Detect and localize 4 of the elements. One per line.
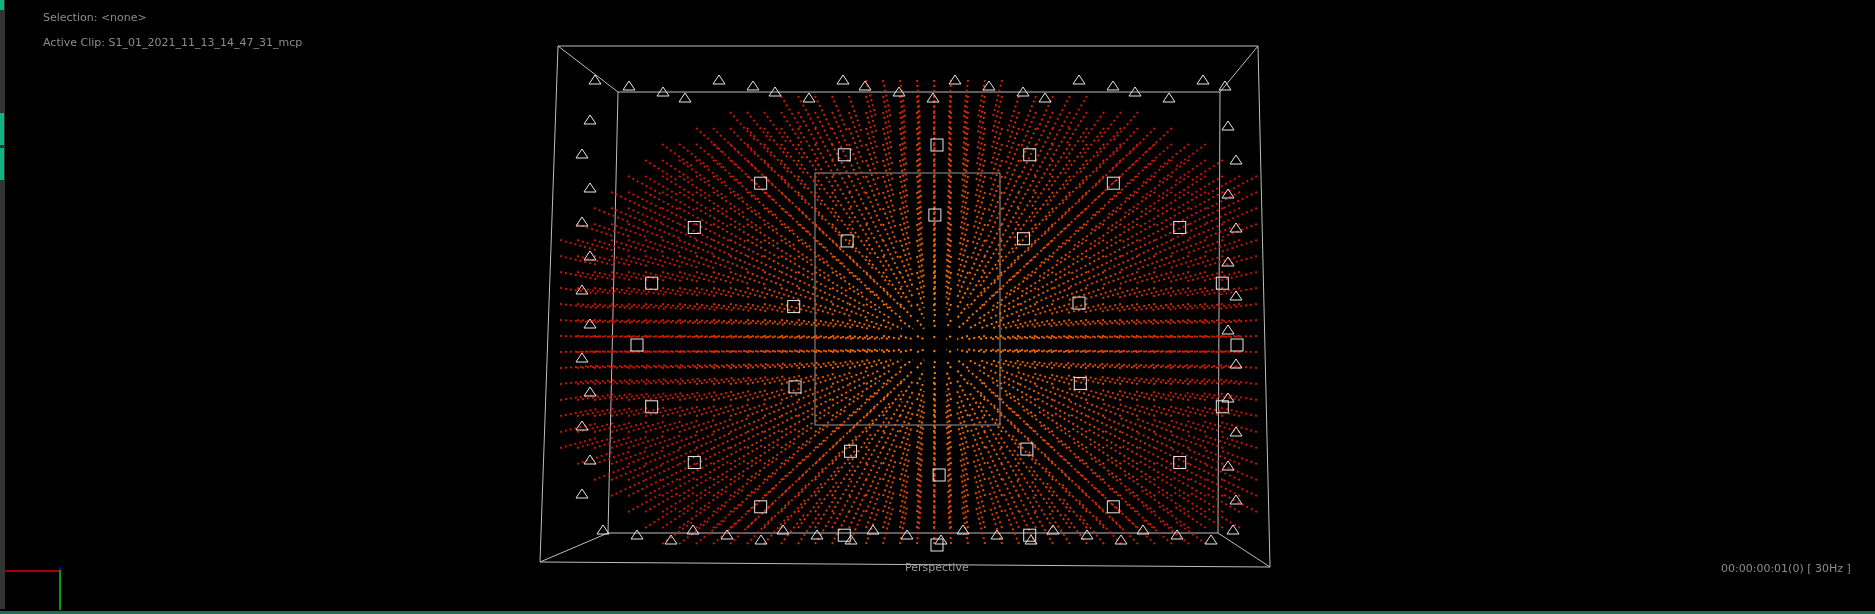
timecode-label: 00:00:00:01(0) [ 30Hz ]	[1721, 562, 1851, 575]
view-name-label: Perspective	[905, 561, 969, 574]
selection-label: Selection: <none>	[43, 11, 147, 24]
active-clip-label: Active Clip: S1_01_2021_11_13_14_47_31_mcp	[43, 36, 303, 49]
